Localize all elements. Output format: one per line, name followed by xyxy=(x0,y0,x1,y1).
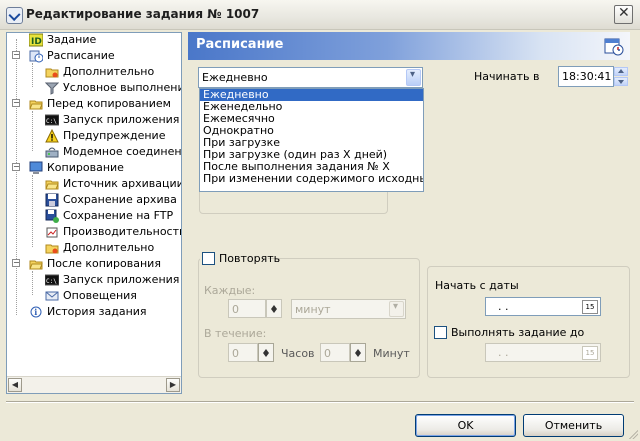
computer-icon xyxy=(29,161,43,174)
folder-gear-icon xyxy=(45,244,59,254)
tree-item-label: Оповещения xyxy=(63,289,137,302)
tree-item-label: Производительность xyxy=(63,225,182,238)
section-title: Расписание xyxy=(196,37,284,52)
tree-item-label: Предупреждение xyxy=(63,129,166,142)
frequency-dropdown-list[interactable]: Ежедневно Еженедельно Ежемесячно Однокра… xyxy=(199,88,424,192)
hours-spinner[interactable] xyxy=(258,343,274,362)
tree-item-label: Запуск приложения xyxy=(63,273,180,286)
every-input[interactable]: 0 xyxy=(228,299,266,318)
title-bar: Редактирование задания № 1007 ✕ xyxy=(0,0,640,30)
svg-text:i: i xyxy=(34,307,37,317)
start-date-label: Начать с даты xyxy=(435,279,519,292)
spin-up-icon[interactable] xyxy=(614,67,628,76)
start-date-value: . . xyxy=(498,300,509,313)
chevron-down-icon[interactable] xyxy=(406,69,421,86)
task-tree[interactable]: − − − − ID Задание Расписание Дополнител… xyxy=(6,32,182,394)
hours-label: Часов xyxy=(281,347,315,360)
envelope-icon xyxy=(45,291,59,301)
tree-line xyxy=(32,175,33,247)
warning-icon xyxy=(45,129,59,143)
collapse-icon[interactable]: − xyxy=(12,259,20,267)
section-header: Расписание xyxy=(188,32,630,60)
floppy-icon xyxy=(45,193,59,207)
scroll-right-button[interactable]: ▶ xyxy=(166,378,180,392)
performance-icon xyxy=(46,227,58,238)
folder-gear-icon xyxy=(45,68,59,78)
collapse-icon[interactable]: − xyxy=(12,51,20,59)
id-icon: ID xyxy=(29,33,43,47)
schedule-icon xyxy=(29,50,43,63)
tree-item-label: Дополнительно xyxy=(63,65,155,78)
window-title: Редактирование задания № 1007 xyxy=(26,7,260,21)
tree-item-label: Сохранение архива xyxy=(63,193,177,206)
frequency-select[interactable]: Ежедневно xyxy=(198,67,423,88)
svg-text:C:\: C:\ xyxy=(46,278,57,285)
tree-item-label: Сохранение на FTP xyxy=(63,209,174,222)
separator xyxy=(6,401,634,403)
every-unit-select[interactable]: минут xyxy=(291,299,406,319)
folder-open-icon xyxy=(29,100,43,110)
tree-item-label: Запуск приложения xyxy=(63,113,180,126)
cancel-button[interactable]: Отменить xyxy=(523,414,624,437)
resize-grip[interactable] xyxy=(628,429,638,439)
hours-input[interactable]: 0 xyxy=(228,343,258,362)
start-time-input[interactable]: 18:30:41 xyxy=(558,66,614,87)
tree-line xyxy=(16,39,17,315)
minutes-label: Минут xyxy=(373,347,410,360)
start-at-label: Начинать в xyxy=(474,70,540,83)
tree-line xyxy=(32,63,33,87)
repeat-label: Повторять xyxy=(219,252,281,265)
collapse-icon[interactable]: − xyxy=(12,99,20,107)
app-icon xyxy=(6,7,23,24)
minutes-input[interactable]: 0 xyxy=(320,343,350,362)
svg-text:C:\: C:\ xyxy=(46,118,57,125)
tree-line xyxy=(32,111,33,151)
tree-item-label: После копирования xyxy=(47,257,161,270)
start-time-spinner[interactable] xyxy=(614,67,628,86)
until-checkbox[interactable] xyxy=(434,326,447,339)
folder-open-icon xyxy=(29,260,43,270)
until-date-value: . . xyxy=(498,346,509,359)
tree-item-label: Копирование xyxy=(47,161,124,174)
tree-line xyxy=(32,271,33,295)
tree-item-label: Дополнительно xyxy=(63,241,155,254)
close-button[interactable]: ✕ xyxy=(614,5,633,24)
chevron-down-icon[interactable] xyxy=(389,301,404,317)
tree-item-label: Расписание xyxy=(47,49,115,62)
during-label: В течение: xyxy=(204,327,267,340)
folder-open-icon xyxy=(45,180,59,190)
svg-text:ID: ID xyxy=(31,37,42,47)
ok-button[interactable]: OK xyxy=(415,414,516,437)
tree-item-label: Перед копированием xyxy=(47,97,171,110)
tree-item-label: История задания xyxy=(47,305,147,318)
every-unit-value: минут xyxy=(295,303,331,316)
close-icon: ✕ xyxy=(618,5,630,21)
tree-horizontal-scrollbar[interactable]: ◀ ▶ xyxy=(7,376,181,393)
spin-down-icon[interactable] xyxy=(614,77,628,86)
until-label: Выполнять задание до xyxy=(451,326,585,339)
repeat-checkbox[interactable] xyxy=(202,252,215,265)
modem-icon xyxy=(45,147,59,158)
tree-item-label: Задание xyxy=(47,33,97,46)
calendar-clock-icon xyxy=(604,38,624,56)
minutes-spinner[interactable] xyxy=(350,343,366,362)
history-icon: i xyxy=(30,306,42,318)
every-spinner[interactable] xyxy=(266,299,282,318)
scroll-left-button[interactable]: ◀ xyxy=(8,378,22,392)
tree-item-label: Модемное соединение xyxy=(63,145,182,158)
filter-icon xyxy=(45,82,59,95)
tree-item-label: Источник архивации xyxy=(63,177,182,190)
calendar-icon[interactable]: 15 xyxy=(582,346,598,360)
every-label: Каждые: xyxy=(204,284,256,297)
floppy-network-icon xyxy=(45,209,59,223)
console-icon: C:\ xyxy=(45,114,59,126)
tree-item-label: Условное выполнение xyxy=(63,81,182,94)
calendar-icon[interactable]: 15 xyxy=(582,300,598,314)
frequency-selected: Ежедневно xyxy=(202,71,268,84)
frequency-option[interactable]: При изменении содержимого исходных папок xyxy=(200,173,423,185)
console-icon: C:\ xyxy=(45,274,59,286)
collapse-icon[interactable]: − xyxy=(12,163,20,171)
